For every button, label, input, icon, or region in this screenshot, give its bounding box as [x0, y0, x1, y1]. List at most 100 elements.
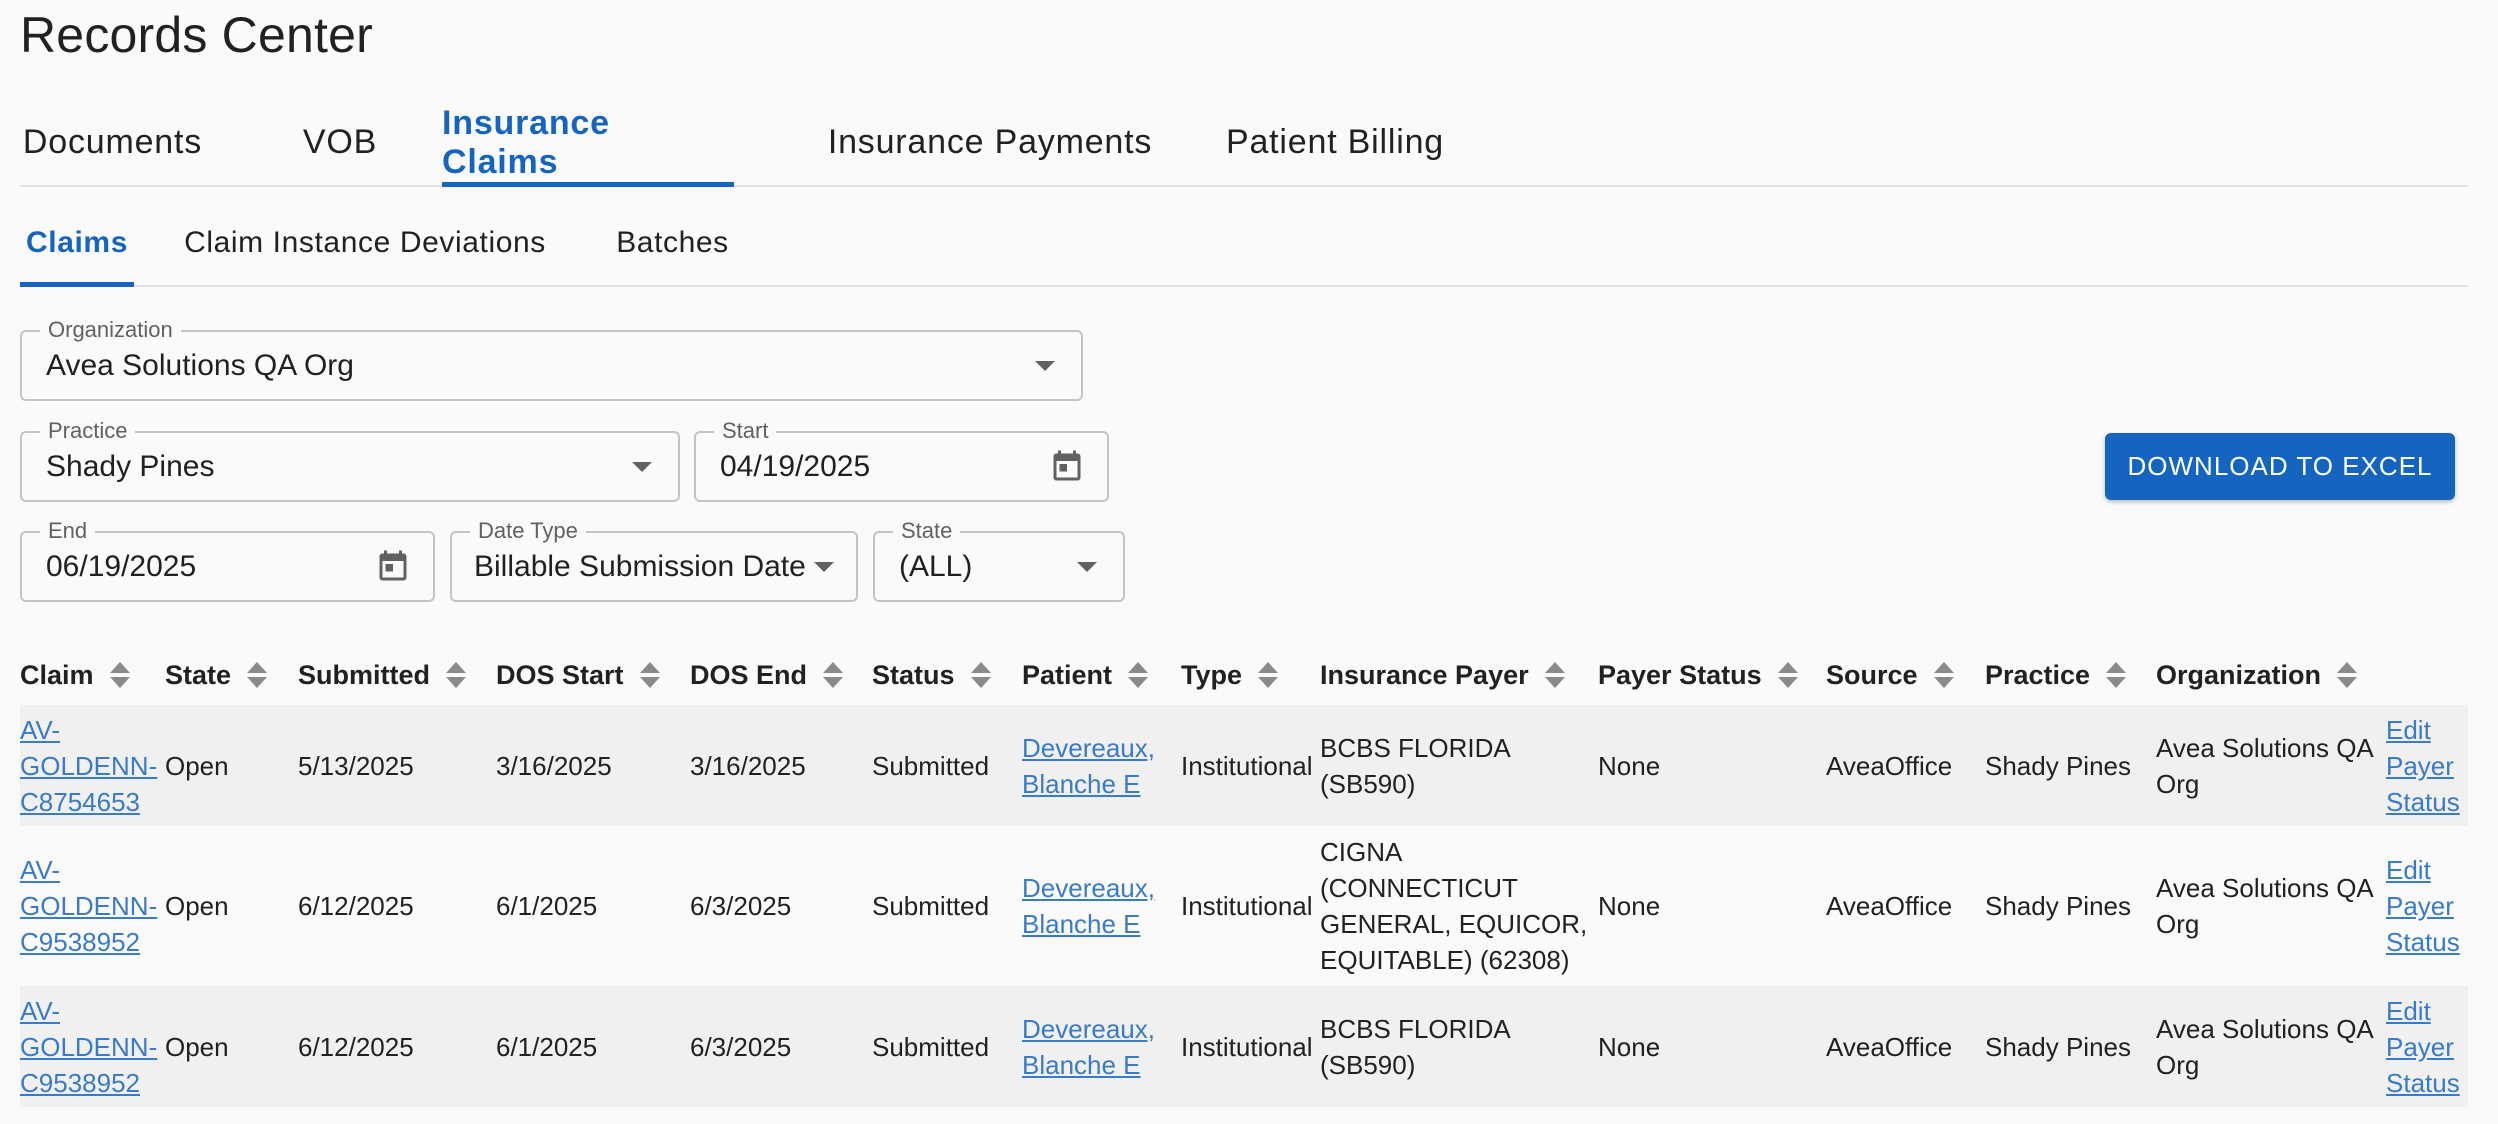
claim-link[interactable]: AV- GOLDENN- C9538952 — [20, 826, 160, 986]
column-label: DOS Start — [496, 659, 624, 690]
column-header-source[interactable]: Source — [1826, 650, 1954, 700]
column-header-status[interactable]: Status — [872, 650, 991, 700]
column-label: Patient — [1022, 659, 1113, 690]
table-row: AV- GOLDENN- C9538952 Open 6/12/2025 6/1/2… — [20, 986, 2468, 1107]
payer-status-cell: None — [1598, 750, 1661, 781]
column-header-practice[interactable]: Practice — [1985, 650, 2127, 700]
tab-vob[interactable]: VOB — [265, 100, 415, 185]
sort-icon[interactable] — [109, 660, 130, 690]
download-to-excel-button[interactable]: DOWNLOAD TO EXCEL — [2105, 433, 2455, 500]
chevron-down-icon — [814, 561, 834, 572]
submitted-cell: 6/12/2025 — [298, 891, 414, 921]
sort-icon[interactable] — [446, 660, 466, 690]
patient-link[interactable]: Devereaux, Blanche E — [1022, 986, 1155, 1107]
sub-tabs: Claims Claim Instance Deviations Batches — [20, 200, 2468, 287]
column-header-dos-end[interactable]: DOS End — [690, 650, 844, 700]
column-header-state[interactable]: State — [165, 650, 268, 700]
sort-icon[interactable] — [639, 660, 660, 690]
column-header-payer-status[interactable]: Payer Status — [1598, 650, 1798, 700]
column-label: Insurance Payer — [1320, 659, 1529, 690]
type-cell: Institutional — [1181, 891, 1313, 921]
table-header: Claim State Submitted DOS Start DOS End … — [20, 650, 2468, 700]
sort-icon[interactable] — [2337, 660, 2358, 690]
sort-icon[interactable] — [823, 660, 844, 690]
table-row: AV- GOLDENN- C8754653 Open 5/13/2025 3/16/… — [20, 705, 2468, 826]
state-cell: Open — [165, 891, 229, 921]
source-cell: AveaOffice — [1826, 891, 1953, 921]
insurance-payer-cell: BCBS FLORIDA (SB590) — [1320, 1013, 1511, 1080]
sort-icon[interactable] — [1933, 660, 1954, 690]
sort-icon[interactable] — [970, 660, 991, 690]
organization-cell: Avea Solutions QA Org — [2156, 1013, 2374, 1080]
edit-payer-status-link[interactable]: Edit Payer Status — [2386, 986, 2460, 1107]
status-cell: Submitted — [872, 1031, 990, 1062]
edit-payer-status-link[interactable]: Edit Payer Status — [2386, 826, 2460, 986]
dos-end-cell: 6/3/2025 — [690, 891, 792, 921]
claim-link[interactable]: AV- GOLDENN- C8754653 — [20, 705, 160, 826]
insurance-payer-cell: BCBS FLORIDA (SB590) — [1320, 732, 1511, 799]
submitted-cell: 5/13/2025 — [298, 750, 414, 781]
tab-claim-instance-deviations[interactable]: Claim Instance Deviations — [180, 200, 550, 285]
calendar-icon[interactable] — [1049, 447, 1085, 487]
practice-cell: Shady Pines — [1985, 1031, 2131, 1062]
column-header-patient[interactable]: Patient — [1022, 650, 1149, 700]
dos-start-cell: 3/16/2025 — [496, 750, 612, 781]
state-value: (ALL) — [899, 549, 973, 583]
column-label: Source — [1826, 659, 1918, 690]
tab-claims[interactable]: Claims — [20, 200, 134, 287]
tab-insurance-payments[interactable]: Insurance Payments — [790, 100, 1190, 185]
calendar-icon[interactable] — [375, 547, 411, 587]
tab-patient-billing[interactable]: Patient Billing — [1205, 100, 1465, 185]
insurance-payer-cell: CIGNA (CONNECTICUT GENERAL, EQUICOR, EQUITA… — [1320, 837, 1588, 975]
patient-link[interactable]: Devereaux, Blanche E — [1022, 705, 1155, 826]
sort-icon[interactable] — [2106, 660, 2127, 690]
column-header-insurance-payer[interactable]: Insurance Payer — [1320, 650, 1565, 700]
source-cell: AveaOffice — [1826, 1031, 1953, 1062]
end-date-field[interactable]: End 06/19/2025 — [20, 519, 435, 602]
page-title: Records Center — [20, 7, 373, 63]
column-label: Practice — [1985, 659, 2091, 690]
organization-cell: Avea Solutions QA Org — [2156, 873, 2374, 939]
payer-status-cell: None — [1598, 891, 1661, 921]
chevron-down-icon — [632, 461, 652, 472]
sort-icon[interactable] — [1777, 660, 1798, 690]
organization-select[interactable]: Organization Avea Solutions QA Org — [20, 318, 1083, 401]
type-cell: Institutional — [1181, 1031, 1313, 1062]
dos-end-cell: 3/16/2025 — [690, 750, 806, 781]
tab-batches[interactable]: Batches — [580, 200, 765, 285]
column-label: State — [165, 659, 232, 690]
dos-end-cell: 6/3/2025 — [690, 1031, 792, 1062]
state-select[interactable]: State (ALL) — [873, 519, 1125, 602]
claim-link[interactable]: AV- GOLDENN- C9538952 — [20, 986, 160, 1107]
column-label: Payer Status — [1598, 659, 1762, 690]
sort-icon[interactable] — [1128, 660, 1149, 690]
sort-icon[interactable] — [1544, 660, 1565, 690]
column-label: Status — [872, 659, 955, 690]
date-type-value: Billable Submission Date — [474, 549, 806, 583]
practice-cell: Shady Pines — [1985, 750, 2131, 781]
column-header-type[interactable]: Type — [1181, 650, 1279, 700]
sort-icon[interactable] — [1258, 660, 1279, 690]
column-label: Claim — [20, 659, 94, 690]
dos-start-cell: 6/1/2025 — [496, 1031, 598, 1062]
organization-cell: Avea Solutions QA Org — [2156, 732, 2374, 799]
table-row: AV- GOLDENN- C9538952 Open 6/12/2025 6/1/2… — [20, 826, 2468, 986]
patient-link[interactable]: Devereaux, Blanche E — [1022, 826, 1155, 986]
sort-icon[interactable] — [247, 660, 268, 690]
tab-insurance-claims[interactable]: Insurance Claims — [442, 100, 734, 187]
date-type-select[interactable]: Date Type Billable Submission Date — [450, 519, 858, 602]
column-header-dos-start[interactable]: DOS Start — [496, 650, 660, 700]
column-label: DOS End — [690, 659, 808, 690]
tab-documents[interactable]: Documents — [20, 100, 205, 185]
column-header-organization[interactable]: Organization — [2156, 650, 2358, 700]
edit-payer-status-link[interactable]: Edit Payer Status — [2386, 705, 2460, 826]
submitted-cell: 6/12/2025 — [298, 1031, 414, 1062]
start-date-field[interactable]: Start 04/19/2025 — [694, 419, 1109, 502]
state-cell: Open — [165, 1031, 229, 1062]
start-value: 04/19/2025 — [720, 449, 871, 483]
column-label: Organization — [2156, 659, 2322, 690]
practice-select[interactable]: Practice Shady Pines — [20, 419, 680, 502]
column-header-submitted[interactable]: Submitted — [298, 650, 466, 700]
column-header-claim[interactable]: Claim — [20, 650, 130, 700]
practice-cell: Shady Pines — [1985, 891, 2131, 921]
